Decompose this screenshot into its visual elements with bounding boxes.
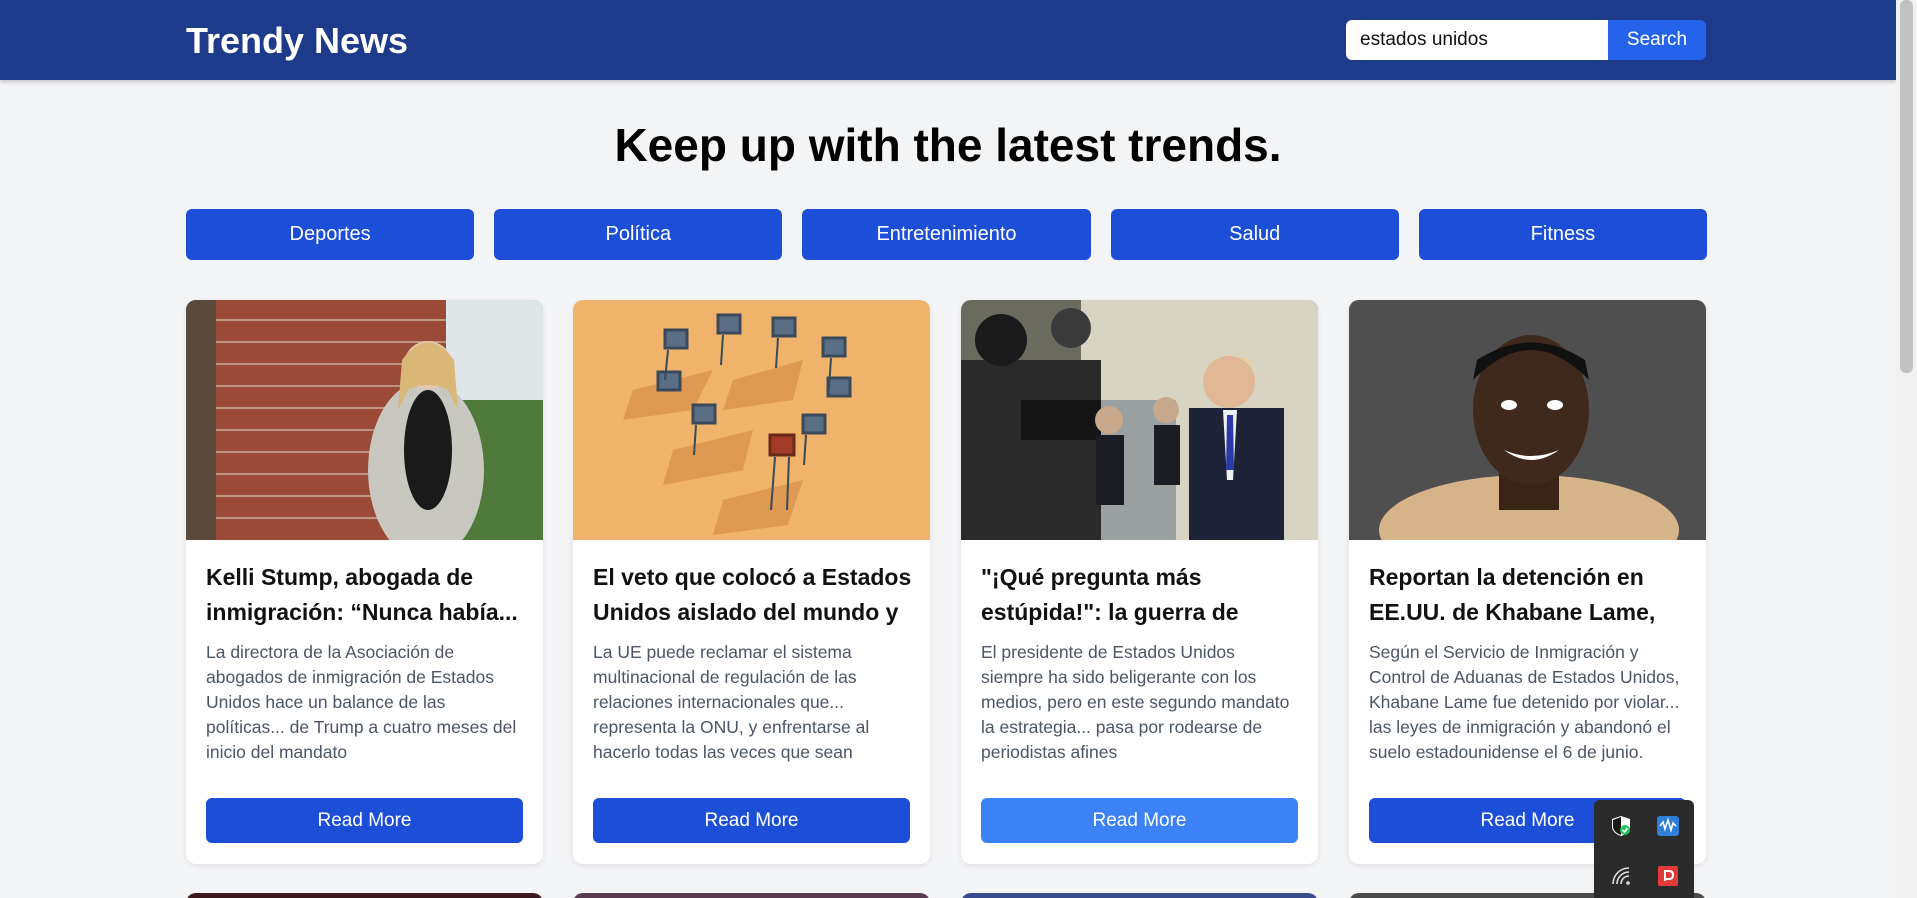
top-navbar: Trendy News Search bbox=[0, 0, 1896, 80]
brand-logo-text[interactable]: Trendy News bbox=[186, 20, 408, 62]
scrollbar-thumb[interactable] bbox=[1900, 0, 1913, 373]
article-image bbox=[1349, 300, 1706, 540]
category-button-salud[interactable]: Salud bbox=[1110, 209, 1399, 260]
page-scrollbar[interactable] bbox=[1896, 0, 1917, 898]
article-card: Reportan la detención en EE.UU. de Khaba… bbox=[1349, 300, 1706, 864]
article-card: Kelli Stump, abogada de inmigración: “Nu… bbox=[186, 300, 543, 864]
shield-check-icon[interactable] bbox=[1609, 814, 1633, 838]
page-headline: Keep up with the latest trends. bbox=[614, 119, 1282, 171]
article-title[interactable]: Reportan la detención en EE.UU. de Khaba… bbox=[1369, 560, 1689, 630]
wifi-icon[interactable] bbox=[1609, 864, 1633, 888]
search-input[interactable] bbox=[1346, 20, 1608, 60]
read-more-button[interactable]: Read More bbox=[981, 798, 1298, 843]
audio-wave-icon[interactable] bbox=[1656, 814, 1680, 838]
article-description: El presidente de Estados Unidos siempre … bbox=[981, 642, 1290, 762]
category-button-deportes[interactable]: Deportes bbox=[186, 209, 475, 260]
category-button-entretenimiento[interactable]: Entretenimiento bbox=[802, 209, 1091, 260]
article-image bbox=[573, 300, 930, 540]
article-card: El veto que colocó a Estados Unidos aisl… bbox=[573, 300, 930, 864]
next-card-preview bbox=[961, 893, 1318, 898]
article-title[interactable]: "¡Qué pregunta más estúpida!": la guerra… bbox=[981, 560, 1301, 630]
search-button[interactable]: Search bbox=[1608, 20, 1706, 60]
article-title[interactable]: El veto que colocó a Estados Unidos aisl… bbox=[593, 560, 913, 630]
article-title[interactable]: Kelli Stump, abogada de inmigración: “Nu… bbox=[206, 560, 526, 630]
article-card: "¡Qué pregunta más estúpida!": la guerra… bbox=[961, 300, 1318, 864]
next-card-preview bbox=[186, 893, 543, 898]
pdf-reader-icon[interactable] bbox=[1656, 864, 1680, 888]
read-more-button[interactable]: Read More bbox=[206, 798, 523, 843]
article-image bbox=[186, 300, 543, 540]
next-card-preview bbox=[573, 893, 930, 898]
category-button-fitness[interactable]: Fitness bbox=[1418, 209, 1708, 260]
article-description: Según el Servicio de Inmigración y Contr… bbox=[1369, 642, 1680, 762]
read-more-button[interactable]: Read More bbox=[593, 798, 910, 843]
search-form: Search bbox=[1346, 20, 1706, 60]
article-description: La UE puede reclamar el sistema multinac… bbox=[593, 642, 870, 762]
article-image bbox=[961, 300, 1318, 540]
article-description: La directora de la Asociación de abogado… bbox=[206, 642, 517, 762]
system-tray-popup bbox=[1594, 800, 1694, 898]
category-button-politica[interactable]: Política bbox=[494, 209, 783, 260]
category-bar: Deportes Política Entretenimiento Salud … bbox=[186, 209, 1708, 260]
